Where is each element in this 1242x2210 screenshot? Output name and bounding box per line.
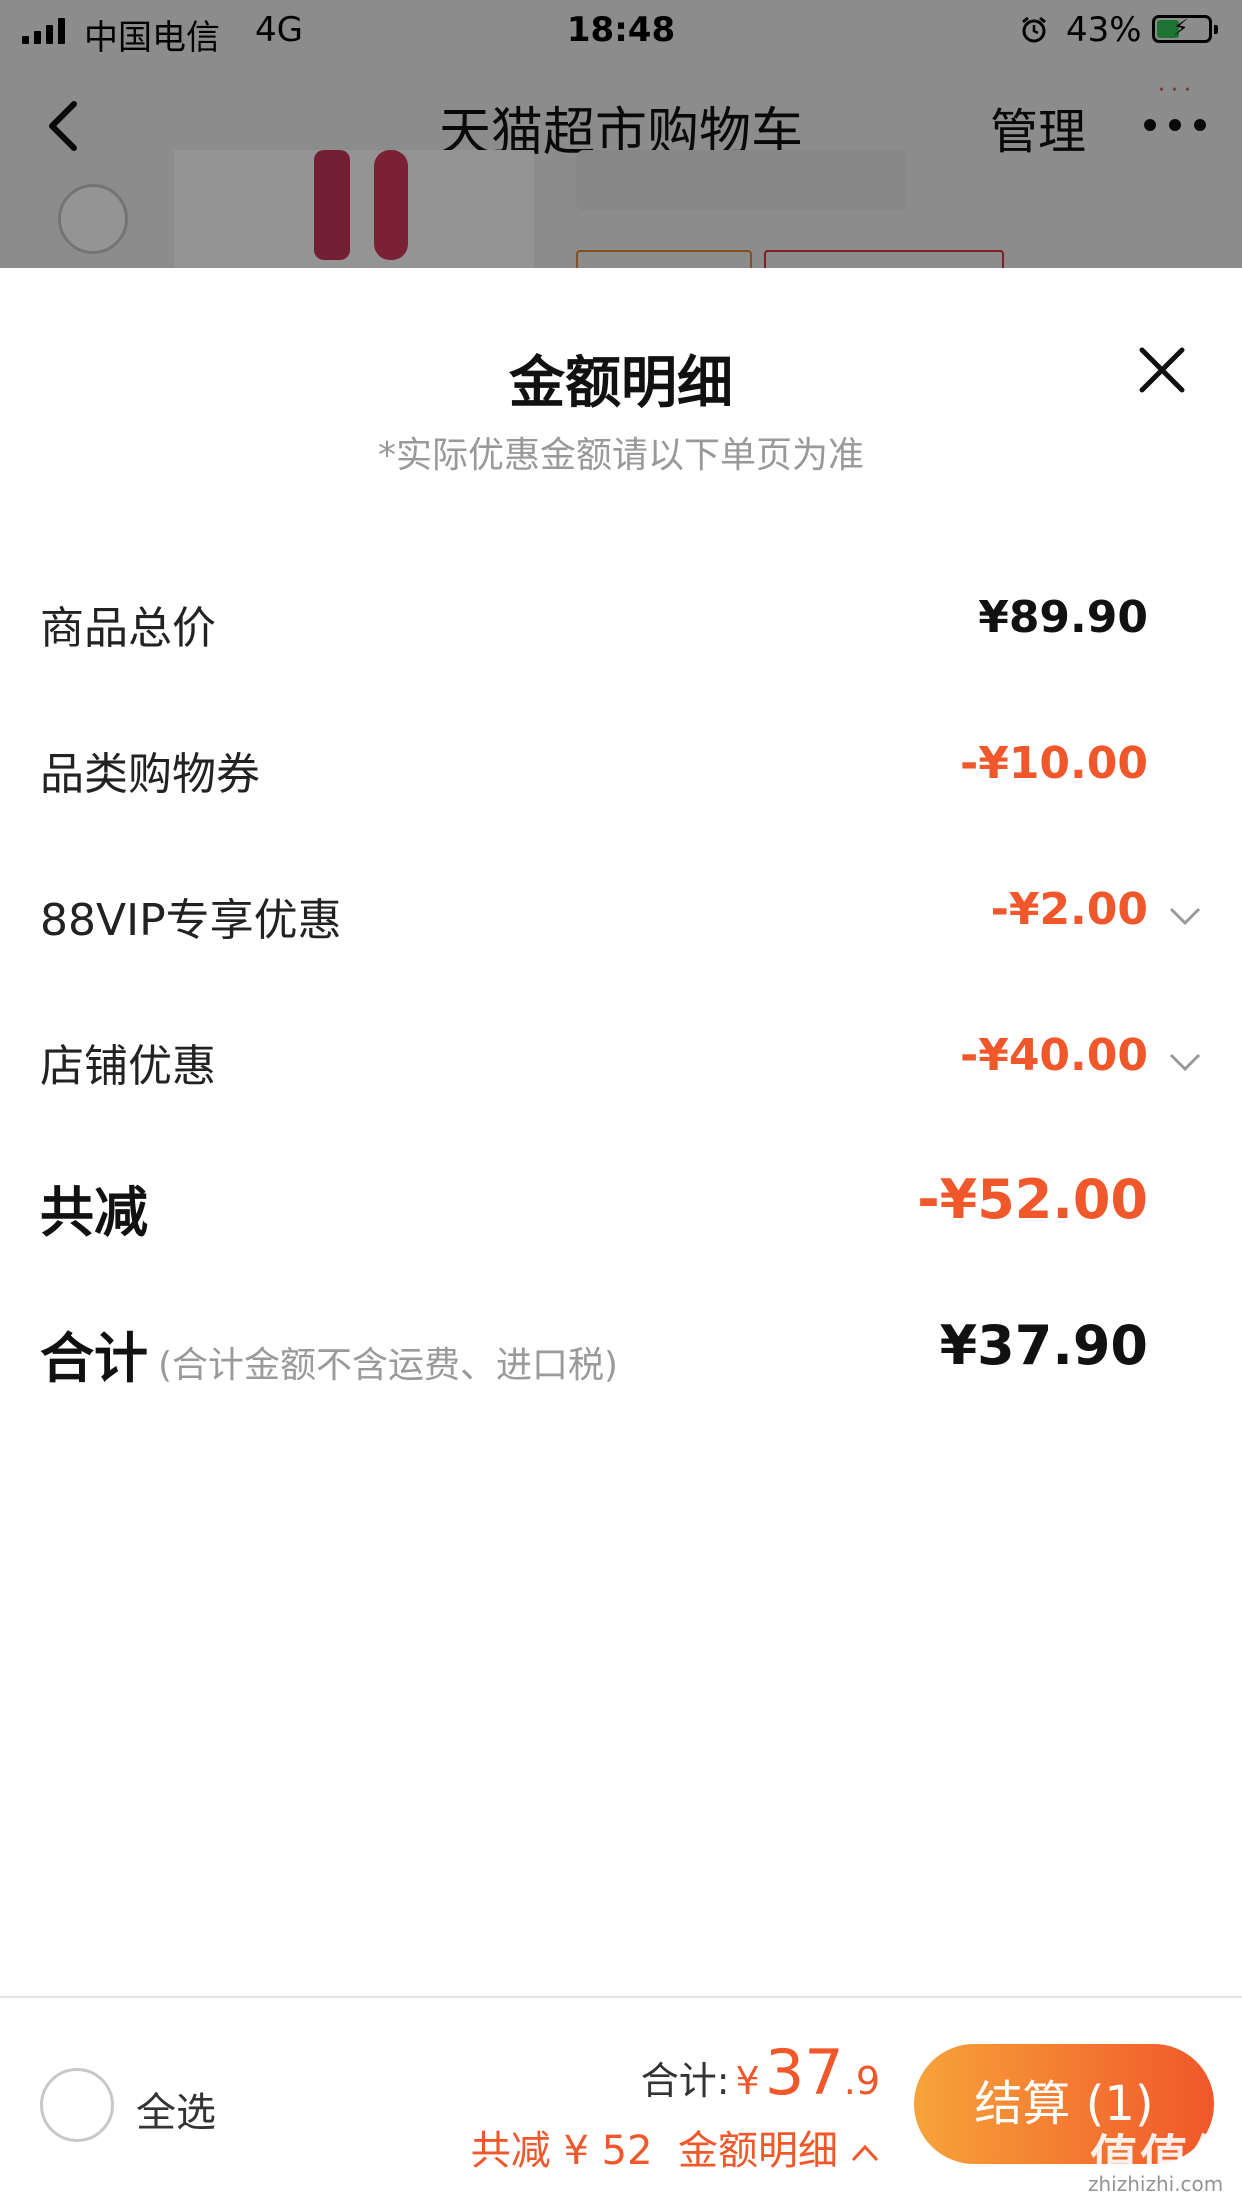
detail-row-total-discount: 共减 -¥52.00 — [0, 1152, 1242, 1252]
sheet-subtitle: *实际优惠金额请以下单页为准 — [377, 435, 864, 476]
background-cart-page: 中国电信 4G 18:48 43% ⚡ 天猫超市购物车 管理 ··· — [0, 0, 1242, 268]
row-label: 合计 (合计金额不含运费、进口税) — [40, 1314, 618, 1393]
checkout-bar: 全选 合计: ¥ 37.9 共减 ¥ 52 金额明细 结算 (1) — [0, 1996, 1242, 2210]
discount-detail-toggle[interactable]: 共减 ¥ 52 金额明细 — [471, 2118, 880, 2176]
detail-link[interactable]: 金额明细 — [678, 2128, 838, 2174]
currency-symbol: ¥ — [735, 2059, 760, 2103]
detail-row-subtotal: 商品总价 ¥89.90 — [0, 568, 1242, 668]
total-line: 合计: ¥ 37.9 — [641, 2036, 880, 2109]
sheet-title: 金额明细 — [509, 351, 733, 416]
chevron-up-icon[interactable] — [850, 2143, 880, 2163]
row-value: ¥37.90 — [939, 1314, 1148, 1377]
dim-overlay[interactable] — [0, 0, 1242, 268]
row-value: ¥89.90 — [978, 592, 1148, 643]
row-label: 88VIP专享优惠 — [40, 895, 342, 946]
detail-row-total: 合计 (合计金额不含运费、进口税) ¥37.90 — [0, 1298, 1242, 1398]
row-value: -¥10.00 — [959, 738, 1148, 789]
row-label: 店铺优惠 — [40, 1041, 216, 1092]
chevron-down-icon[interactable] — [1168, 906, 1202, 926]
total-label: 合计: — [640, 2059, 730, 2103]
total-note: (合计金额不含运费、进口税) — [158, 1345, 619, 1386]
chevron-down-icon[interactable] — [1168, 1052, 1202, 1072]
row-label: 商品总价 — [40, 603, 216, 654]
row-value: -¥2.00 — [990, 884, 1148, 935]
close-icon[interactable] — [1136, 344, 1188, 396]
row-label: 共减 — [40, 1181, 148, 1244]
row-label: 品类购物券 — [40, 749, 260, 800]
amount-detail-sheet: 金额明细 *实际优惠金额请以下单页为准 商品总价 ¥89.90 品类购物券 -¥… — [0, 268, 1242, 1996]
total-label: 合计 — [40, 1327, 148, 1390]
select-all-radio[interactable] — [40, 2068, 114, 2142]
detail-row-store-discount[interactable]: 店铺优惠 -¥40.00 — [0, 1006, 1242, 1106]
total-amount-dec: .9 — [843, 2059, 880, 2103]
discount-text: 共减 ¥ 52 — [470, 2128, 653, 2174]
total-amount-int: 37 — [764, 2036, 844, 2109]
row-value: -¥52.00 — [917, 1168, 1148, 1231]
detail-row-88vip[interactable]: 88VIP专享优惠 -¥2.00 — [0, 860, 1242, 960]
select-all-label[interactable]: 全选 — [136, 2080, 216, 2138]
row-value: -¥40.00 — [959, 1030, 1148, 1081]
watermark-url: zhizhizhi.com — [1088, 2172, 1224, 2196]
detail-row-category-coupon: 品类购物券 -¥10.00 — [0, 714, 1242, 814]
